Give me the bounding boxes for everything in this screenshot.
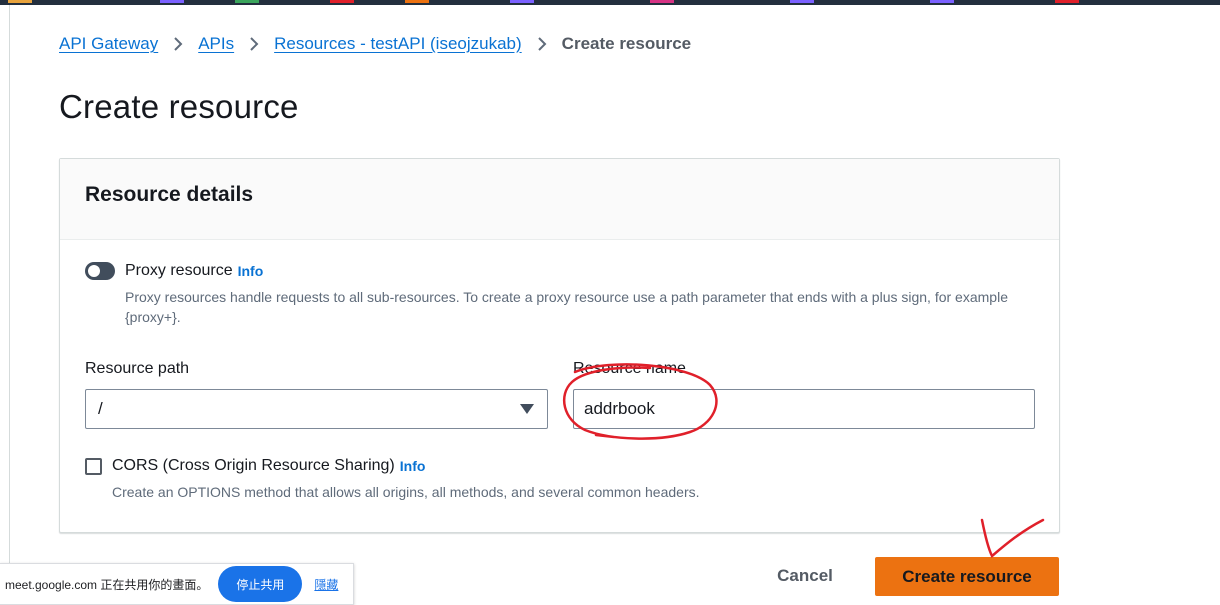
hide-share-bar-link[interactable]: 隱藏 — [314, 576, 338, 593]
left-divider — [9, 5, 10, 565]
breadcrumb-api-gateway[interactable]: API Gateway — [59, 34, 158, 54]
resource-name-label: Resource name — [573, 360, 686, 377]
resource-details-panel: Resource details Proxy resource Info Pro… — [59, 158, 1060, 533]
breadcrumb: API Gateway APIs Resources - testAPI (is… — [59, 32, 691, 56]
browser-top-strip — [0, 0, 1220, 5]
chevron-right-icon — [158, 36, 198, 52]
proxy-resource-label: Proxy resource — [125, 262, 233, 279]
panel-title: Resource details — [85, 183, 254, 206]
resource-path-value: / — [98, 399, 103, 418]
breadcrumb-current: Create resource — [561, 34, 692, 53]
cors-info-link[interactable]: Info — [400, 458, 426, 474]
share-status-text: meet.google.com 正在共用你的畫面。 — [5, 577, 209, 592]
stop-sharing-button[interactable]: 停止共用 — [218, 566, 303, 602]
resource-path-select[interactable]: / — [85, 389, 548, 429]
cors-label: CORS (Cross Origin Resource Sharing) — [112, 457, 395, 474]
panel-header: Resource details — [60, 159, 1059, 240]
resource-path-label: Resource path — [85, 360, 190, 377]
page-title: Create resource — [59, 88, 299, 125]
breadcrumb-resources[interactable]: Resources - testAPI (iseojzukab) — [274, 34, 522, 54]
screen-share-bar: meet.google.com 正在共用你的畫面。 停止共用 隱藏 — [0, 563, 354, 605]
resource-name-input[interactable] — [573, 389, 1035, 429]
cors-checkbox[interactable] — [85, 457, 102, 475]
cors-description: Create an OPTIONS method that allows all… — [112, 484, 700, 500]
chevron-right-icon — [234, 36, 274, 52]
cors-row: CORS (Cross Origin Resource Sharing) Inf… — [85, 457, 425, 475]
chevron-right-icon — [522, 36, 562, 52]
create-resource-button[interactable]: Create resource — [875, 557, 1059, 596]
proxy-resource-toggle[interactable] — [85, 262, 115, 280]
proxy-info-link[interactable]: Info — [238, 263, 264, 279]
breadcrumb-apis[interactable]: APIs — [198, 34, 234, 54]
proxy-resource-row: Proxy resource Info — [85, 262, 263, 280]
proxy-description: Proxy resources handle requests to all s… — [125, 289, 1008, 325]
caret-down-icon — [520, 404, 534, 414]
cancel-button[interactable]: Cancel — [760, 557, 850, 595]
